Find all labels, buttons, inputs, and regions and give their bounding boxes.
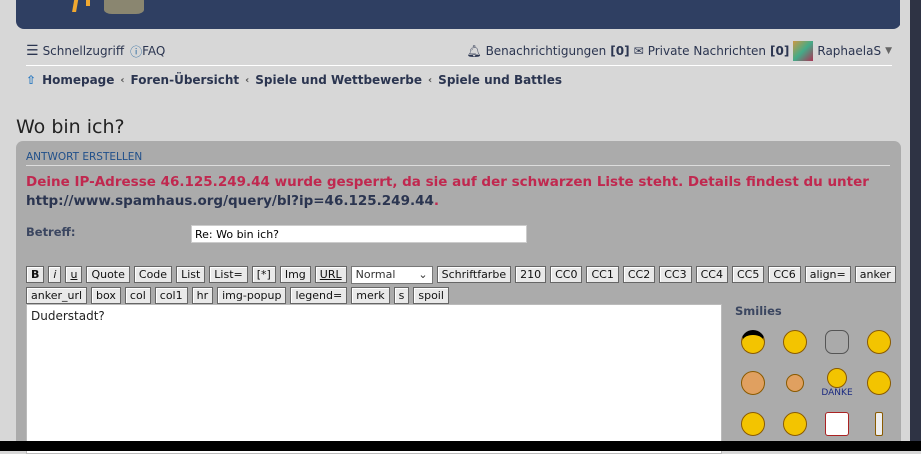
window-edge [910, 0, 921, 451]
message-textarea[interactable]: Duderstadt? [26, 304, 722, 454]
envelope-icon[interactable]: ✉ [634, 44, 644, 58]
home-icon[interactable]: ⇧ [26, 73, 36, 87]
font-size-value: Normal [355, 268, 396, 281]
bbcode-button[interactable]: CC1 [586, 266, 619, 283]
faq-link[interactable]: FAQ [142, 44, 165, 58]
smilies-title: Smilies [735, 304, 782, 318]
breadcrumb-item[interactable]: Foren-Übersicht [131, 73, 240, 87]
breadcrumb-separator: ‹ [245, 74, 250, 86]
code-button[interactable]: Code [133, 266, 173, 283]
notifications-count: [0] [610, 44, 630, 58]
wave-smiley-icon[interactable] [867, 330, 891, 354]
breadcrumb-item[interactable]: Spiele und Wettbewerbe [255, 73, 422, 87]
list-item-button[interactable]: [*] [251, 266, 276, 283]
graduate-smiley-icon[interactable] [741, 330, 765, 354]
error-message: Deine IP-Adresse 46.125.249.44 wurde ges… [26, 173, 886, 211]
top-nav: ☰ Schnellzugriff ⓘ FAQ 🔔︎ Benachrichtigu… [26, 41, 892, 61]
bbcode-button[interactable]: 210 [515, 266, 547, 283]
tongue-smiley-icon[interactable] [867, 371, 891, 395]
bbcode-button[interactable]: CC6 [768, 266, 801, 283]
logo[interactable] [56, 0, 144, 14]
col1-button[interactable]: col1 [154, 287, 188, 304]
legend-button[interactable]: legend= [290, 287, 348, 304]
party-smiley-icon[interactable] [783, 412, 807, 436]
divider [26, 65, 892, 66]
font-size-select[interactable]: Normal ⌄ [350, 266, 433, 284]
bbcode-button[interactable]: CC0 [550, 266, 583, 283]
messages-link[interactable]: Private Nachrichten [648, 44, 766, 58]
bbcode-toolbar: B i u Quote Code List List= [*] Img URL … [26, 266, 896, 304]
page-margin [900, 0, 910, 451]
breadcrumb: ⇧ Homepage ‹ Foren-Übersicht ‹ Spiele und … [26, 73, 562, 87]
spamhaus-link[interactable]: http://www.spamhaus.org/query/bl?ip=46.1… [26, 193, 434, 209]
error-end: . [433, 193, 440, 209]
breadcrumb-item[interactable]: Spiele und Battles [438, 73, 562, 87]
bbcode-button[interactable]: CC2 [622, 266, 656, 283]
italic-button[interactable]: i [48, 266, 62, 283]
quick-access-link[interactable]: Schnellzugriff [43, 44, 125, 58]
subject-label: Betreff: [26, 225, 76, 239]
menu-icon[interactable]: ☰ [26, 43, 39, 59]
bbcode-button[interactable]: CC3 [659, 266, 692, 283]
box-button[interactable]: box [91, 287, 121, 304]
underline-button[interactable]: u [65, 266, 83, 283]
site-header [16, 0, 901, 29]
help-icon[interactable]: ⓘ [130, 43, 142, 60]
coffee-smiley-icon[interactable] [825, 412, 849, 436]
caret-down-icon[interactable]: ▼ [885, 46, 892, 56]
img-popup-button[interactable]: img-popup [217, 287, 287, 304]
list-ordered-button[interactable]: List= [209, 266, 248, 283]
bbcode-button[interactable]: CC5 [731, 266, 765, 283]
breadcrumb-separator: ‹ [428, 74, 433, 86]
cat-smiley-icon[interactable] [825, 330, 849, 354]
strike-button[interactable]: s [393, 287, 410, 304]
subject-input[interactable] [191, 225, 527, 243]
smile-smiley-icon[interactable] [783, 330, 807, 354]
list-button[interactable]: List [176, 266, 206, 283]
smilies-panel: Smilies DANKE [735, 304, 895, 436]
page-title: Wo bin ich? [16, 116, 125, 138]
user-menu[interactable]: RaphaelaS [817, 44, 881, 58]
taskbar-edge [0, 441, 921, 451]
reply-panel: ANTWORT ERSTELLEN Deine IP-Adresse 46.12… [16, 141, 901, 454]
col-button[interactable]: col [124, 287, 151, 304]
url-button[interactable]: URL [314, 266, 347, 283]
bold-button[interactable]: B [26, 266, 45, 283]
font-color-button[interactable]: Schriftfarbe [436, 266, 512, 283]
bow-smiley-icon[interactable] [741, 371, 765, 395]
anchor-button[interactable]: anker [854, 266, 896, 283]
hr-button[interactable]: hr [191, 287, 214, 304]
breadcrumb-separator: ‹ [120, 74, 125, 86]
merk-button[interactable]: merk [351, 287, 390, 304]
messages-count: [0] [770, 44, 790, 58]
thanks-smiley-icon[interactable]: DANKE [819, 368, 855, 398]
chevron-down-icon: ⌄ [418, 268, 428, 281]
anchor-url-button[interactable]: anker_url [26, 287, 88, 304]
align-button[interactable]: align= [804, 266, 851, 283]
laugh-smiley-icon[interactable] [741, 412, 765, 436]
thanks-label: DANKE [821, 388, 853, 398]
cry-smiley-icon[interactable] [786, 374, 804, 392]
glass-smiley-icon[interactable] [875, 412, 883, 436]
notifications-link[interactable]: Benachrichtigungen [486, 44, 607, 58]
divider [26, 165, 890, 166]
breadcrumb-item[interactable]: Homepage [42, 73, 114, 87]
error-text: Deine IP-Adresse 46.125.249.44 wurde ges… [26, 174, 869, 190]
bell-icon[interactable]: 🔔︎ [466, 44, 481, 58]
quote-button[interactable]: Quote [86, 266, 130, 283]
avatar[interactable] [793, 41, 814, 61]
spoiler-button[interactable]: spoil [413, 287, 449, 304]
img-button[interactable]: Img [279, 266, 311, 283]
bbcode-button[interactable]: CC4 [695, 266, 728, 283]
panel-title: ANTWORT ERSTELLEN [26, 151, 143, 163]
